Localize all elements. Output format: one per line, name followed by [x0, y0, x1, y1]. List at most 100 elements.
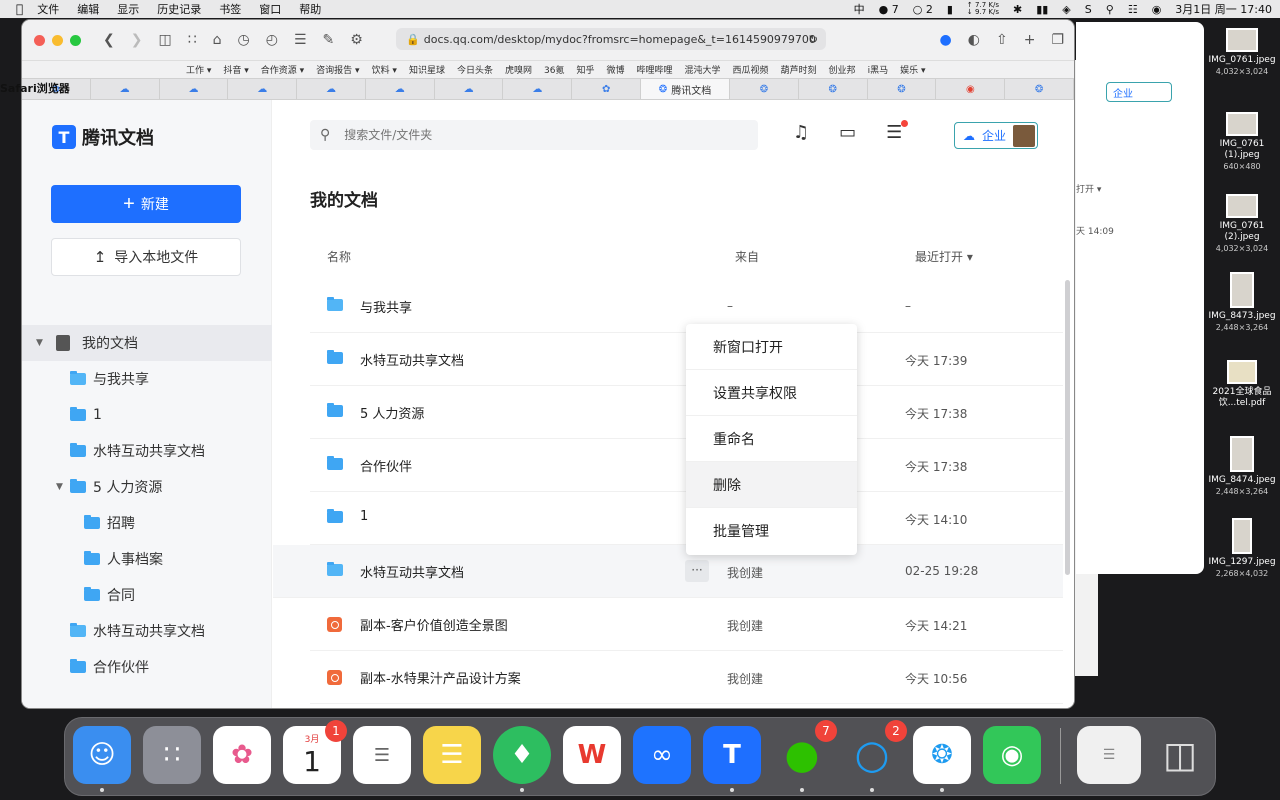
qq-badge: 2: [885, 720, 907, 742]
desktop-file[interactable]: IMG_0761 (2).jpeg 4,032×3,024: [1204, 194, 1280, 254]
trash-icon[interactable]: ◫: [1151, 726, 1209, 784]
running-indicator: [100, 788, 104, 792]
sidebar-toggle-icon[interactable]: ◫: [158, 32, 171, 48]
apple-icon[interactable]: : [16, 2, 23, 16]
bookmark-item[interactable]: 西瓜视频: [733, 63, 769, 76]
close-window-button[interactable]: [34, 34, 45, 46]
bookmark-item[interactable]: 虎嗅网: [505, 63, 532, 76]
bookmark-item[interactable]: 娱乐 ▾: [900, 63, 925, 76]
background-sort: 打开 ▾: [1076, 185, 1102, 195]
wechat-status-icon[interactable]: ● 7: [879, 3, 899, 16]
background-window[interactable]: 企业 打开 ▾ 天 14:09: [1076, 22, 1204, 574]
menu-view[interactable]: 显示: [117, 1, 139, 17]
bookmark-item[interactable]: 哔哩哔哩: [636, 63, 672, 76]
window-controls: [34, 34, 81, 46]
messages-icon[interactable]: ◉: [983, 726, 1041, 784]
bookmark-item[interactable]: 葫芦时刻: [781, 63, 817, 76]
translate-icon[interactable]: ◴: [266, 32, 278, 48]
bookmark-item[interactable]: 咨询报告 ▾: [316, 63, 359, 76]
url-text: docs.qq.com/desktop/mydoc?fromsrc=homepa…: [423, 32, 816, 46]
background-time: 天 14:09: [1076, 227, 1114, 237]
menu-history[interactable]: 历史记录: [157, 1, 201, 17]
menu-bookmarks[interactable]: 书签: [219, 1, 241, 17]
tab-overview-icon[interactable]: ❐: [1051, 32, 1064, 48]
wifi-icon[interactable]: ◈: [1062, 3, 1070, 16]
bookmark-item[interactable]: 知乎: [576, 63, 594, 76]
grid-icon[interactable]: ∷: [188, 32, 197, 48]
bookmarks-bar: 工作 ▾ 抖音 ▾ 合作资源 ▾ 咨询报告 ▾ 饮料 ▾ 知识星球 今日头条 虎…: [22, 60, 1074, 78]
file-name: IMG_8474.jpeg: [1208, 475, 1276, 485]
launchpad-icon[interactable]: ∷: [143, 726, 201, 784]
bluetooth-icon[interactable]: ✱: [1013, 3, 1022, 16]
finder-icon[interactable]: ☺: [73, 726, 131, 792]
history-icon[interactable]: ◷: [238, 32, 250, 48]
photos-icon[interactable]: ✿: [213, 726, 271, 784]
desktop-file[interactable]: 2021全球食品饮...tel.pdf: [1204, 360, 1280, 409]
qq-icon[interactable]: ○ 2: [843, 720, 907, 792]
tencent-docs-dock-icon[interactable]: T: [703, 726, 761, 792]
siri-icon[interactable]: ◉: [1152, 3, 1162, 16]
evernote-extension-icon[interactable]: ●: [940, 32, 952, 48]
bookmark-item[interactable]: 知识星球: [409, 63, 445, 76]
bookmark-item[interactable]: i黑马: [868, 63, 889, 76]
bookmark-item[interactable]: 创业邦: [829, 63, 856, 76]
bookmark-item[interactable]: 工作 ▾: [186, 63, 211, 76]
share-icon[interactable]: ⇧: [996, 32, 1008, 48]
safari-icon[interactable]: ❂: [913, 726, 971, 792]
bookmark-item[interactable]: 饮料 ▾: [372, 63, 397, 76]
app-s-icon[interactable]: S: [1085, 3, 1092, 16]
menu-window[interactable]: 窗口: [259, 1, 281, 17]
evernote-icon[interactable]: ♦: [493, 726, 551, 792]
datetime[interactable]: 3月1日 周一 17:40: [1175, 1, 1272, 17]
qq-status-icon[interactable]: ○ 2: [913, 3, 933, 16]
desktop-file[interactable]: IMG_0761 (1).jpeg 640×480: [1204, 112, 1280, 172]
address-bar[interactable]: 🔒 docs.qq.com/desktop/mydoc?fromsrc=home…: [396, 28, 826, 50]
spotlight-icon[interactable]: ⚲: [1106, 3, 1114, 16]
file-name: 2021全球食品饮...tel.pdf: [1212, 387, 1272, 408]
bookmark-item[interactable]: 混沌大学: [685, 63, 721, 76]
menu-help[interactable]: 帮助: [299, 1, 321, 17]
desktop-file[interactable]: IMG_1297.jpeg 2,268×4,032: [1204, 518, 1280, 579]
bookmark-item[interactable]: 微博: [606, 63, 624, 76]
settings-gear-icon[interactable]: ⚙: [350, 32, 363, 48]
calendar-day: 1: [303, 745, 321, 778]
dock: ☺ ∷ ✿ 3月 1 1 ☰ ☰ ♦ W ∞ T ● 7 ○ 2 ❂ ◉ ☰ ◫: [64, 717, 1216, 796]
background-enterprise-button[interactable]: 企业: [1106, 82, 1172, 102]
scrollbar[interactable]: [1065, 280, 1070, 575]
home-icon[interactable]: ⌂: [213, 32, 222, 48]
reminders-icon[interactable]: ☰: [353, 726, 411, 784]
forward-icon[interactable]: ❯: [131, 32, 143, 48]
menu-app-name[interactable]: Safari浏览器: [0, 80, 1052, 688]
minimize-window-button[interactable]: [52, 34, 63, 46]
new-tab-icon[interactable]: +: [1024, 32, 1036, 48]
wechat-icon[interactable]: ● 7: [773, 720, 837, 792]
ime-indicator[interactable]: 中: [854, 1, 865, 17]
shield-icon[interactable]: ◐: [968, 32, 980, 48]
running-indicator: [520, 788, 524, 792]
mic-icon[interactable]: ▮: [947, 3, 953, 16]
minimized-window-icon[interactable]: ☰: [1077, 726, 1141, 784]
battery-icon[interactable]: ▮▮: [1036, 3, 1048, 16]
desktop-file[interactable]: IMG_8473.jpeg 2,448×3,264: [1204, 272, 1280, 333]
file-meta: 2,448×3,264: [1215, 487, 1269, 496]
bookmark-item[interactable]: 合作资源 ▾: [261, 63, 304, 76]
bookmark-item[interactable]: 抖音 ▾: [223, 63, 248, 76]
menu-edit[interactable]: 编辑: [77, 1, 99, 17]
desktop-file[interactable]: IMG_8474.jpeg 2,448×3,264: [1204, 436, 1280, 497]
tencent-meeting-icon[interactable]: ∞: [633, 726, 691, 784]
bookmark-item[interactable]: 今日头条: [457, 63, 493, 76]
file-name: IMG_0761 (2).jpeg: [1219, 221, 1265, 242]
wps-icon[interactable]: W: [563, 726, 621, 784]
file-meta: 640×480: [1223, 162, 1261, 171]
text-icon[interactable]: ☰: [294, 32, 307, 48]
back-icon[interactable]: ❮: [103, 32, 115, 48]
edit-icon[interactable]: ✎: [323, 32, 335, 48]
notes-icon[interactable]: ☰: [423, 726, 481, 784]
calendar-icon[interactable]: 3月 1 1: [283, 720, 347, 784]
menu-file[interactable]: 文件: [37, 1, 59, 17]
bookmark-item[interactable]: 36氪: [544, 63, 564, 76]
control-center-icon[interactable]: ☷: [1128, 3, 1138, 16]
zoom-window-button[interactable]: [70, 34, 81, 46]
reload-icon[interactable]: ↻: [809, 33, 818, 46]
desktop-file[interactable]: IMG_0761.jpeg 4,032×3,024: [1204, 28, 1280, 77]
